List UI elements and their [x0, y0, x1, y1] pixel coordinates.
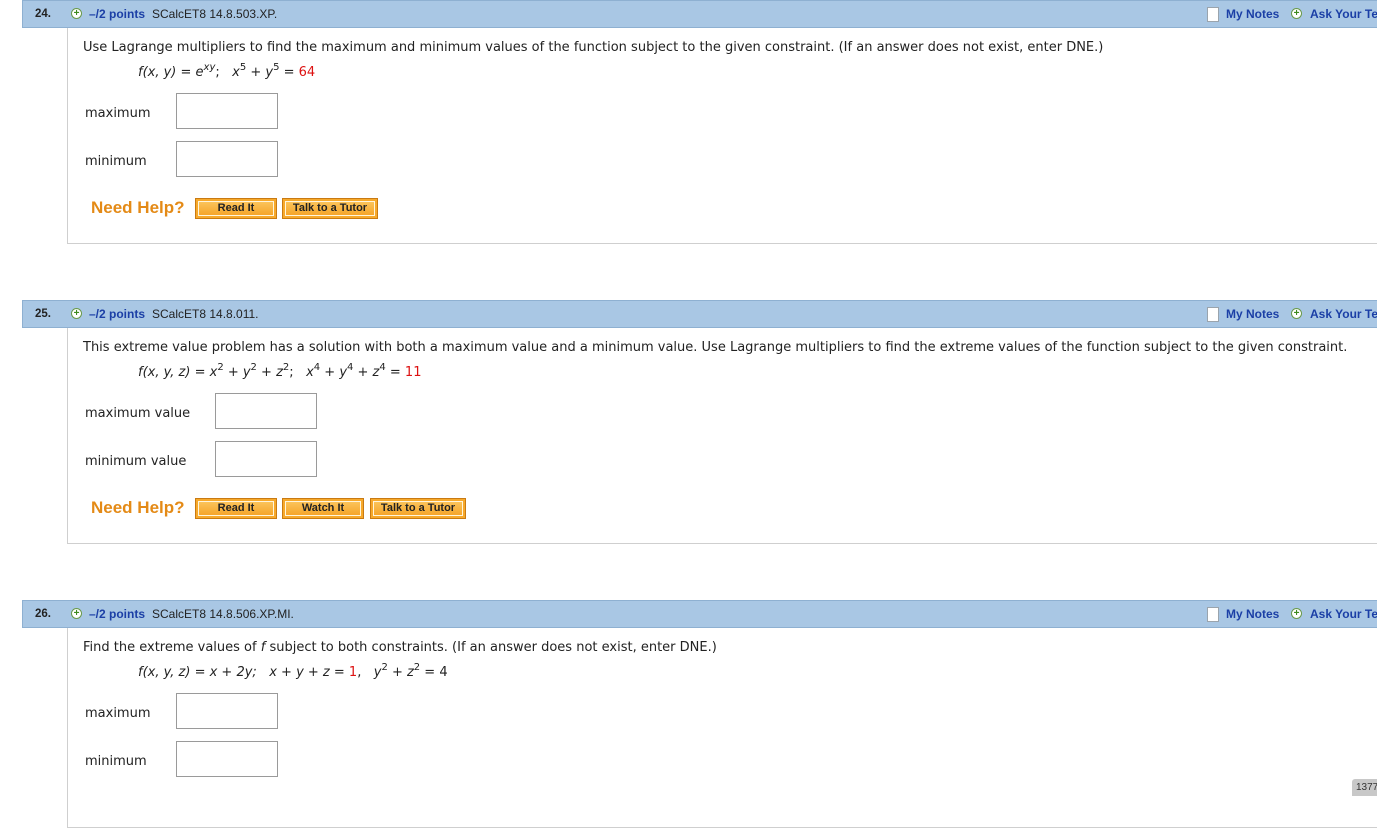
notes-icon[interactable]: [1207, 307, 1219, 322]
maximum-value-input[interactable]: [215, 393, 317, 429]
watch-it-button[interactable]: Watch It: [282, 498, 364, 519]
formula-lhs: f(x, y) = e: [138, 65, 204, 80]
constraint-value: 64: [298, 65, 316, 80]
ask-plus-icon[interactable]: +: [1291, 308, 1302, 319]
minimum-value-input[interactable]: [215, 441, 317, 477]
maximum-input[interactable]: [176, 693, 278, 729]
equals: =: [279, 65, 299, 80]
question-header: 26. + –/2 points SCalcET8 14.8.506.XP.MI…: [22, 600, 1377, 628]
function-formula: f(x, y, z) = x + 2y; x + y + z = 1, y2 +…: [138, 663, 448, 681]
formula-term: + y: [223, 365, 251, 380]
function-formula: f(x, y) = exy; x5 + y5 = 64: [138, 62, 316, 81]
question-prompt: Use Lagrange multipliers to find the max…: [83, 40, 1104, 55]
constraint-term: + z: [387, 665, 414, 680]
page-badge: 1377: [1352, 779, 1377, 796]
expand-plus-icon[interactable]: +: [71, 8, 82, 19]
question-id: SCalcET8 14.8.506.XP.MI.: [152, 607, 294, 621]
maximum-label: maximum: [85, 106, 151, 121]
constraint-term: + y: [320, 365, 348, 380]
question-number: 26.: [35, 608, 51, 620]
read-it-button[interactable]: Read It: [195, 198, 277, 219]
constraint-term: x: [232, 65, 240, 80]
points-label: –/2 points: [89, 7, 146, 21]
constraint-term: x: [306, 365, 314, 380]
maximum-value-label: maximum value: [85, 406, 191, 421]
minimum-input[interactable]: [176, 141, 278, 177]
my-notes-link[interactable]: My Notes: [1226, 307, 1279, 321]
maximum-input[interactable]: [176, 93, 278, 129]
question-header: 25. + –/2 points SCalcET8 14.8.011. My N…: [22, 300, 1377, 328]
formula-lhs: f(x, y, z) = x + 2y;: [138, 665, 257, 680]
expand-plus-icon[interactable]: +: [71, 608, 82, 619]
read-it-label: Read It: [198, 201, 274, 216]
maximum-label: maximum: [85, 706, 151, 721]
question-id: SCalcET8 14.8.503.XP.: [152, 7, 278, 21]
talk-to-tutor-label: Talk to a Tutor: [373, 501, 463, 516]
question-number: 24.: [35, 8, 51, 20]
talk-to-tutor-label: Talk to a Tutor: [285, 201, 375, 216]
constraint-term: + z: [353, 365, 380, 380]
ask-plus-icon[interactable]: +: [1291, 8, 1302, 19]
constraint-1-value: 1: [348, 665, 358, 680]
read-it-button[interactable]: Read It: [195, 498, 277, 519]
my-notes-link[interactable]: My Notes: [1226, 607, 1279, 621]
question-id: SCalcET8 14.8.011.: [152, 307, 259, 321]
notes-icon[interactable]: [1207, 7, 1219, 22]
minimum-label: minimum: [85, 154, 147, 169]
need-help-label: Need Help?: [91, 498, 185, 517]
constraint-2-value: = 4: [420, 665, 448, 680]
question-prompt: This extreme value problem has a solutio…: [83, 340, 1348, 355]
comma: ,: [357, 665, 362, 680]
constraint-1: x + y + z =: [269, 665, 349, 680]
equals: =: [385, 365, 405, 380]
points-label: –/2 points: [89, 607, 146, 621]
prompt-text: Find the extreme values of: [83, 640, 261, 655]
points-label: –/2 points: [89, 307, 146, 321]
need-help-label: Need Help?: [91, 198, 185, 217]
ask-teacher-link[interactable]: Ask Your Teacher: [1310, 307, 1377, 321]
notes-icon[interactable]: [1207, 607, 1219, 622]
constraint-value: 11: [404, 365, 422, 380]
formula-term: + z: [256, 365, 283, 380]
minimum-label: minimum: [85, 754, 147, 769]
function-formula: f(x, y, z) = x2 + y2 + z2; x4 + y4 + z4 …: [138, 363, 422, 381]
ask-plus-icon[interactable]: +: [1291, 608, 1302, 619]
formula-sep: ;: [289, 365, 294, 380]
talk-to-tutor-button[interactable]: Talk to a Tutor: [282, 198, 378, 219]
question-header: 24. + –/2 points SCalcET8 14.8.503.XP. M…: [22, 0, 1377, 28]
talk-to-tutor-button[interactable]: Talk to a Tutor: [370, 498, 466, 519]
read-it-label: Read It: [198, 501, 274, 516]
prompt-text: subject to both constraints. (If an answ…: [265, 640, 717, 655]
question-prompt: Find the extreme values of f subject to …: [83, 640, 717, 655]
formula-exp: xy: [203, 62, 216, 73]
constraint-term: + y: [246, 65, 274, 80]
question-number: 25.: [35, 308, 51, 320]
minimum-value-label: minimum value: [85, 454, 187, 469]
ask-teacher-link[interactable]: Ask Your Teacher: [1310, 7, 1377, 21]
expand-plus-icon[interactable]: +: [71, 308, 82, 319]
minimum-input[interactable]: [176, 741, 278, 777]
my-notes-link[interactable]: My Notes: [1226, 7, 1279, 21]
question-body: Find the extreme values of f subject to …: [67, 628, 1377, 828]
question-body: This extreme value problem has a solutio…: [67, 328, 1377, 544]
formula-lhs: f(x, y, z) = x: [138, 365, 218, 380]
watch-it-label: Watch It: [285, 501, 361, 516]
ask-teacher-link[interactable]: Ask Your Teacher: [1310, 607, 1377, 621]
question-body: Use Lagrange multipliers to find the max…: [67, 28, 1377, 244]
formula-sep: ;: [215, 65, 220, 80]
